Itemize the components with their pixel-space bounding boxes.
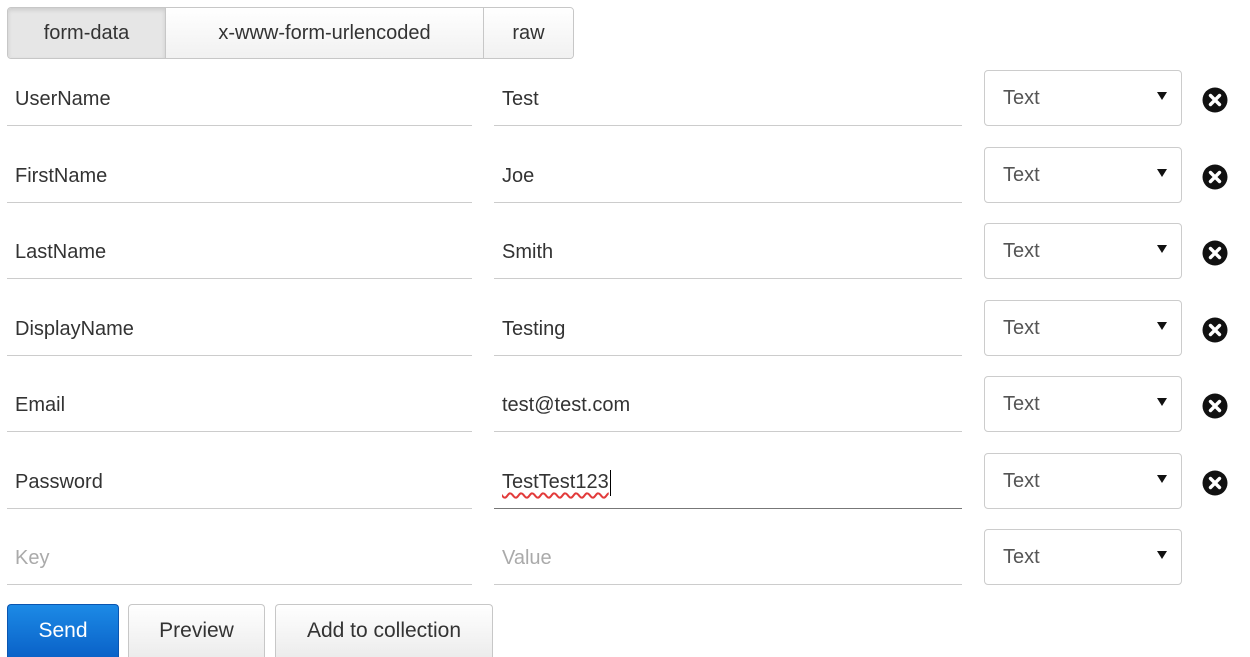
close-circle-icon[interactable] [1202,317,1228,343]
type-select-value: Text [1003,392,1040,415]
key-input[interactable] [7,304,472,356]
close-circle-icon[interactable] [1202,164,1228,190]
value-input[interactable] [494,380,962,432]
new-param-row: Text [0,529,1250,599]
value-input[interactable] [494,304,962,356]
param-row: TestTest123 Text [0,453,1250,523]
type-select[interactable]: Text [984,453,1182,509]
chevron-down-icon [1157,92,1167,100]
value-input[interactable] [494,74,962,126]
key-input[interactable] [7,533,472,585]
value-input[interactable] [494,533,962,585]
key-input[interactable] [7,227,472,279]
type-select-value: Text [1003,163,1040,186]
close-circle-icon[interactable] [1202,470,1228,496]
close-circle-icon[interactable] [1202,240,1228,266]
type-select[interactable]: Text [984,300,1182,356]
close-circle-icon[interactable] [1202,393,1228,419]
param-row: Text [0,70,1250,140]
type-select[interactable]: Text [984,147,1182,203]
key-input[interactable] [7,380,472,432]
type-select-value: Text [1003,316,1040,339]
body-type-tabs: form-data x-www-form-urlencoded raw [7,7,574,59]
chevron-down-icon [1157,322,1167,330]
param-row: Text [0,376,1250,446]
tab-form-data[interactable]: form-data [8,8,166,58]
key-input[interactable] [7,74,472,126]
type-select[interactable]: Text [984,223,1182,279]
chevron-down-icon [1157,551,1167,559]
preview-button[interactable]: Preview [128,604,265,657]
type-select[interactable]: Text [984,529,1182,585]
type-select-value: Text [1003,239,1040,262]
tab-raw[interactable]: raw [484,8,573,58]
type-select-value: Text [1003,545,1040,568]
type-select-value: Text [1003,469,1040,492]
param-row: Text [0,147,1250,217]
key-input[interactable] [7,151,472,203]
send-button[interactable]: Send [7,604,119,657]
value-input[interactable] [494,227,962,279]
chevron-down-icon [1157,245,1167,253]
value-input[interactable] [494,151,962,203]
value-input[interactable]: TestTest123 [494,457,962,509]
type-select[interactable]: Text [984,376,1182,432]
add-to-collection-button[interactable]: Add to collection [275,604,493,657]
type-select-value: Text [1003,86,1040,109]
param-row: Text [0,223,1250,293]
param-row: Text [0,300,1250,370]
value-input-text: TestTest123 [502,471,609,493]
chevron-down-icon [1157,398,1167,406]
close-circle-icon[interactable] [1202,87,1228,113]
type-select[interactable]: Text [984,70,1182,126]
key-input[interactable] [7,457,472,509]
text-caret [609,469,611,496]
tab-x-www-form-urlencoded[interactable]: x-www-form-urlencoded [166,8,484,58]
chevron-down-icon [1157,475,1167,483]
chevron-down-icon [1157,169,1167,177]
